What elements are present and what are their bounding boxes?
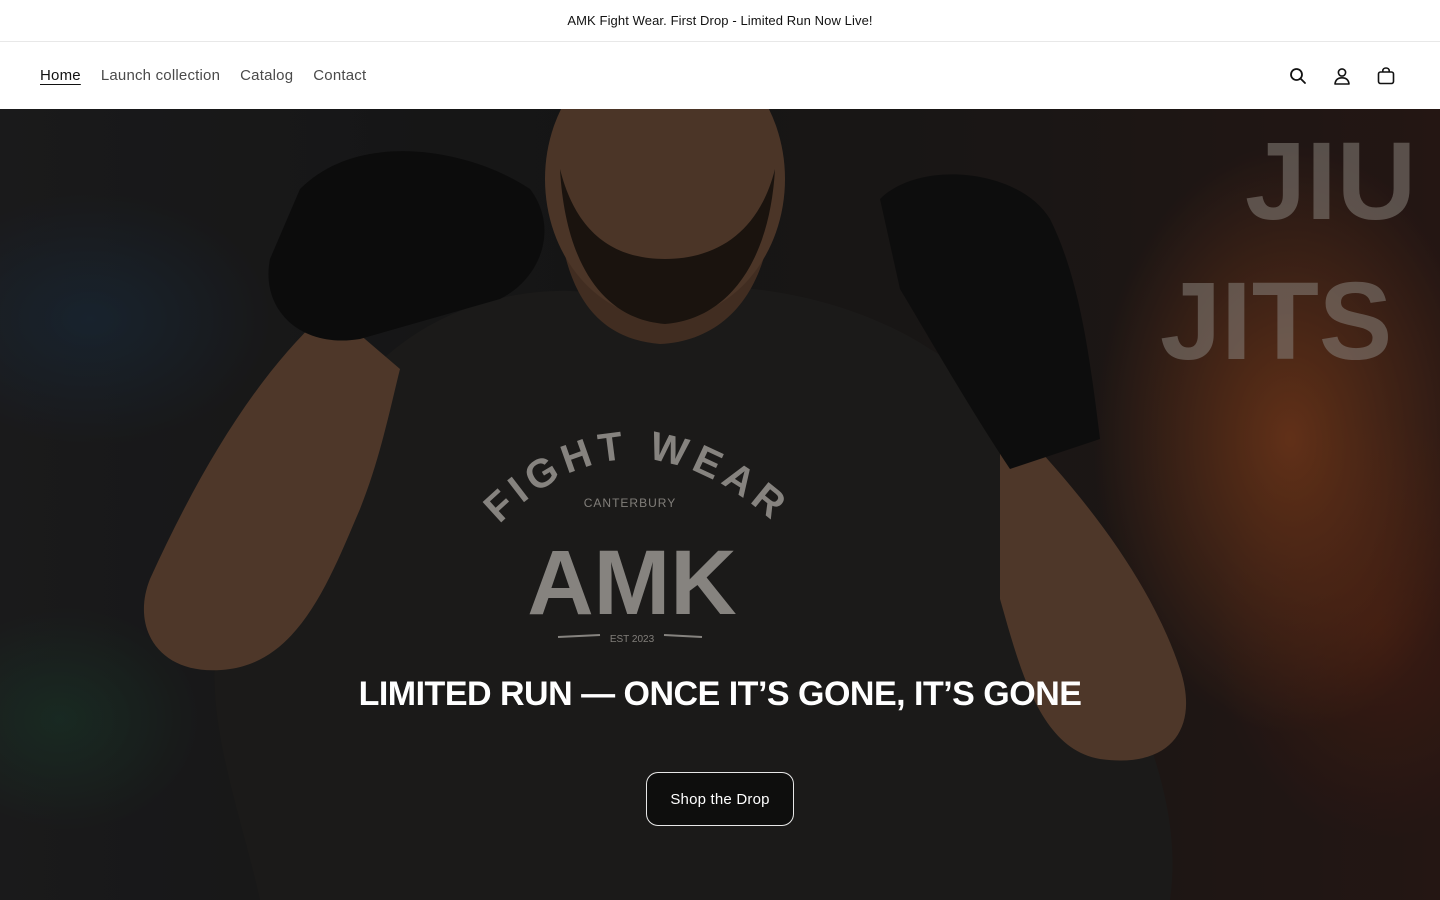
header-icons bbox=[1286, 64, 1400, 88]
nav-item-contact[interactable]: Contact bbox=[313, 67, 366, 84]
site-header: Home Launch collection Catalog Contact bbox=[0, 42, 1440, 109]
account-button[interactable] bbox=[1330, 64, 1354, 88]
shop-the-drop-button[interactable]: Shop the Drop bbox=[646, 772, 794, 826]
hero-content: LIMITED RUN — ONCE IT’S GONE, IT’S GONE … bbox=[0, 675, 1440, 826]
hero-banner: JIU JITS FIGHT WEAR CANTERBURY AMK EST 2… bbox=[0, 109, 1440, 900]
search-button[interactable] bbox=[1286, 64, 1310, 88]
cart-button[interactable] bbox=[1374, 64, 1398, 88]
nav-item-launch-collection[interactable]: Launch collection bbox=[101, 67, 220, 84]
announcement-text: AMK Fight Wear. First Drop - Limited Run… bbox=[567, 13, 873, 28]
announcement-bar: AMK Fight Wear. First Drop - Limited Run… bbox=[0, 0, 1440, 42]
account-icon bbox=[1334, 67, 1350, 85]
search-icon bbox=[1290, 67, 1306, 84]
main-nav: Home Launch collection Catalog Contact bbox=[40, 67, 366, 84]
nav-item-catalog[interactable]: Catalog bbox=[240, 67, 293, 84]
hero-title: LIMITED RUN — ONCE IT’S GONE, IT’S GONE bbox=[358, 675, 1082, 713]
nav-item-home[interactable]: Home bbox=[40, 67, 81, 84]
cart-icon bbox=[1377, 66, 1395, 84]
